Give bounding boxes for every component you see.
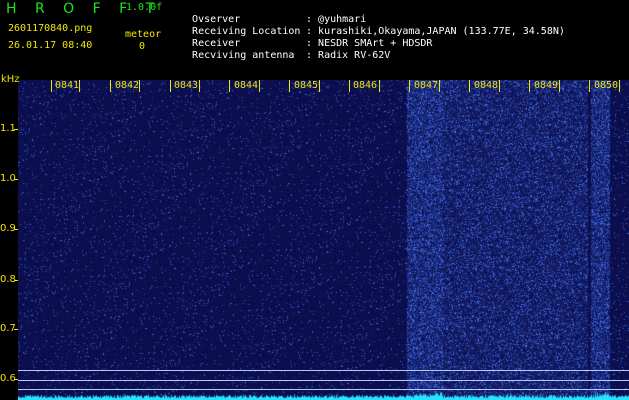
- info-separator: :: [306, 50, 313, 61]
- time-tick-mark: [79, 80, 80, 92]
- time-tick-mark: [259, 80, 260, 92]
- time-tick-label: 0845: [294, 80, 319, 91]
- info-row-antenna: Recviving antenna: Radix RV-62V: [180, 39, 390, 61]
- time-tick-mark: [589, 80, 590, 92]
- time-tick-mark: [51, 80, 52, 92]
- meteor-label: meteor: [125, 29, 162, 40]
- time-tick-mark: [619, 80, 620, 92]
- time-tick-mark: [379, 80, 380, 92]
- time-tick-label: 0847: [414, 80, 439, 91]
- time-tick-label: 0849: [534, 80, 559, 91]
- time-tick-mark: [199, 80, 200, 92]
- filename-label: 2601170840.png: [8, 23, 93, 34]
- y-tick-mark: [14, 229, 18, 230]
- time-tick-mark: [499, 80, 500, 92]
- time-tick-label: 0850: [594, 80, 619, 91]
- spectrogram: [18, 80, 629, 400]
- meteor-count: 0: [139, 41, 146, 52]
- info-value: Radix RV-62V: [318, 50, 391, 61]
- time-tick-mark: [559, 80, 560, 92]
- reference-line: [18, 389, 629, 390]
- time-tick-label: 0844: [234, 80, 259, 91]
- y-tick-mark: [14, 129, 18, 130]
- datetime-label: 26.01.17 08:40: [8, 40, 93, 51]
- time-tick-mark: [439, 80, 440, 92]
- y-axis-unit: kHz: [1, 74, 20, 85]
- time-tick-mark: [469, 80, 470, 92]
- y-tick-mark: [14, 280, 18, 281]
- time-tick-label: 0848: [474, 80, 499, 91]
- time-tick-label: 0846: [353, 80, 378, 91]
- y-tick-mark: [14, 179, 18, 180]
- app-version: 1.0.0f: [126, 2, 163, 13]
- time-tick-label: 0843: [174, 80, 199, 91]
- reference-line: [18, 380, 629, 381]
- time-tick-mark: [170, 80, 171, 92]
- time-tick-mark: [229, 80, 230, 92]
- time-tick-mark: [319, 80, 320, 92]
- time-tick-mark: [289, 80, 290, 92]
- info-label: Recviving antenna: [192, 50, 295, 61]
- time-tick-mark: [139, 80, 140, 92]
- time-tick-mark: [110, 80, 111, 92]
- time-tick-mark: [349, 80, 350, 92]
- spectrogram-noise: [18, 80, 629, 400]
- time-tick-mark: [529, 80, 530, 92]
- reference-line: [18, 370, 629, 371]
- time-tick-label: 0842: [115, 80, 140, 91]
- y-tick-mark: [14, 329, 18, 330]
- time-tick-label: 0841: [55, 80, 80, 91]
- time-tick-mark: [409, 80, 410, 92]
